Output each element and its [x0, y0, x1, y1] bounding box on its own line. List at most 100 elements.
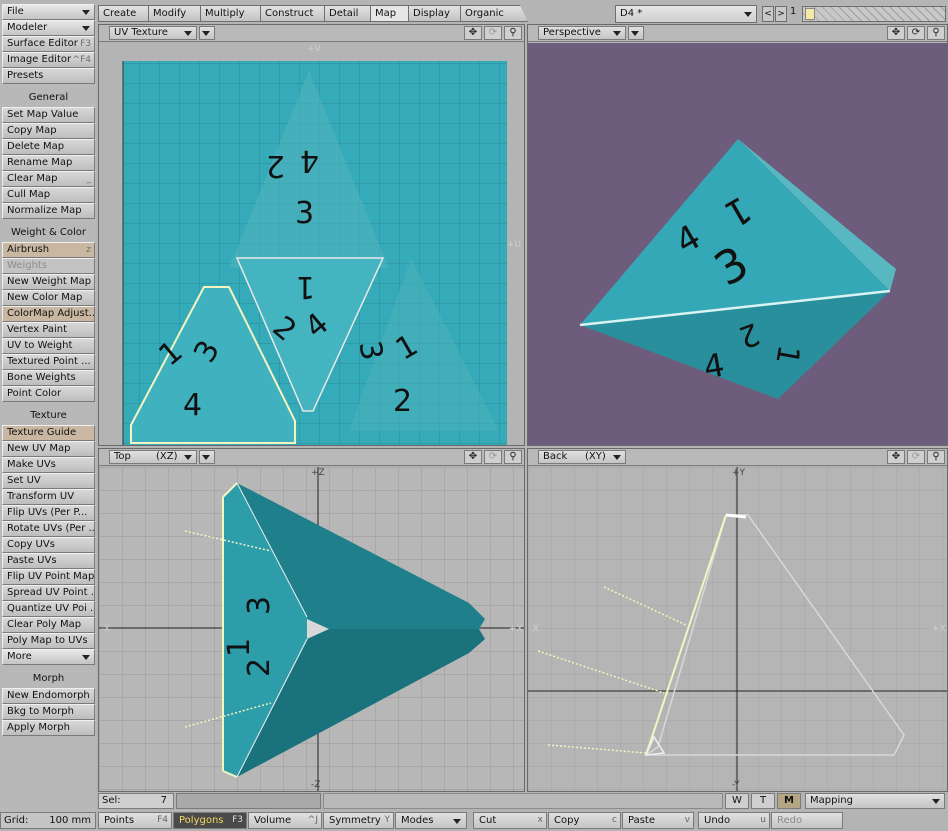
morph-mode-button[interactable]: M [777, 793, 801, 809]
weight-mode-button[interactable]: W [725, 793, 749, 809]
tool-button-set-uv[interactable]: Set UV [2, 473, 95, 489]
tool-button-colormap-adjust[interactable]: ColorMap Adjust... [2, 306, 95, 322]
zoom-icon[interactable]: ⚲ [927, 26, 945, 40]
cut-button[interactable]: Cut x [473, 812, 547, 829]
viewport-back[interactable]: Back (XY) ✥ ⟳ ⚲ +Y -Y -X +X [527, 448, 948, 792]
layer-1-slot[interactable] [805, 8, 815, 20]
pan-icon[interactable]: ✥ [464, 26, 482, 40]
tool-button-new-uv-map[interactable]: New UV Map [2, 441, 95, 457]
tool-button-new-color-map[interactable]: New Color Map [2, 290, 95, 306]
points-mode-button[interactable]: Points F4 [98, 812, 172, 829]
vertex-map-select[interactable]: Mapping [805, 793, 945, 809]
tool-button-label: Clear Poly Map [7, 619, 82, 630]
zoom-icon[interactable]: ⚲ [504, 26, 522, 40]
shortcut-key: c [612, 815, 617, 825]
object-selector[interactable]: D4 * [615, 5, 757, 23]
button-label: Modes [401, 815, 434, 826]
viewport-options-dropdown[interactable] [199, 450, 215, 464]
uv-canvas[interactable]: 2 4 3 1 2 4 1 3 4 3 1 2 +V +U [99, 43, 524, 445]
tool-button-bkg-to-morph[interactable]: Bkg to Morph [2, 704, 95, 720]
redo-button[interactable]: Redo [771, 812, 843, 829]
rotate-icon[interactable]: ⟳ [484, 26, 502, 40]
viewport-uv-texture[interactable]: UV Texture ✥ ⟳ ⚲ 2 4 3 1 2 4 1 3 4 3 1 2… [98, 24, 525, 446]
selection-label: Sel: [102, 795, 121, 806]
rotate-icon[interactable]: ⟳ [907, 26, 925, 40]
tool-button-clear-poly-map[interactable]: Clear Poly Map [2, 617, 95, 633]
volume-mode-button[interactable]: Volume ^J [248, 812, 322, 829]
tool-button-cull-map[interactable]: Cull Map [2, 187, 95, 203]
tool-button-copy-map[interactable]: Copy Map [2, 123, 95, 139]
tool-button-new-weight-map[interactable]: New Weight Map [2, 274, 95, 290]
modes-dropdown[interactable]: Modes [395, 812, 467, 829]
tool-button-point-color[interactable]: Point Color [2, 386, 95, 402]
viewport-perspective[interactable]: Perspective ✥ ⟳ ⚲ 4 3 1 2 4 1 [527, 24, 948, 446]
tool-button-flip-uv-point-map[interactable]: Flip UV Point Map [2, 569, 95, 585]
tool-button-weights[interactable]: Weights [2, 258, 95, 274]
tool-button-textured-point[interactable]: Textured Point ... [2, 354, 95, 370]
tool-button-modeler[interactable]: Modeler [2, 20, 95, 36]
pan-icon[interactable]: ✥ [887, 450, 905, 464]
tool-button-bone-weights[interactable]: Bone Weights [2, 370, 95, 386]
tool-button-apply-morph[interactable]: Apply Morph [2, 720, 95, 736]
shortcut-key: _ [86, 174, 92, 184]
tool-button-normalize-map[interactable]: Normalize Map [2, 203, 95, 219]
viewport-options-dropdown[interactable] [628, 26, 644, 40]
paste-button[interactable]: Paste v [622, 812, 694, 829]
shortcut-key: ^J [307, 815, 318, 825]
axis-label-minus-z: -Z [311, 780, 320, 790]
tool-button-quantize-uv-poi[interactable]: Quantize UV Poi ... [2, 601, 95, 617]
symmetry-button[interactable]: Symmetry Y [323, 812, 394, 829]
tool-button-set-map-value[interactable]: Set Map Value [2, 107, 95, 123]
tab-construct[interactable]: Construct [260, 5, 334, 22]
tool-button-texture-guide[interactable]: Texture Guide [2, 425, 95, 441]
undo-button[interactable]: Undo u [698, 812, 770, 829]
tool-button-surface-editor[interactable]: Surface Editor F3 [2, 36, 95, 52]
tool-button-flip-uvs-per-p[interactable]: Flip UVs (Per P... [2, 505, 95, 521]
axis-label-minus-x: -X [530, 624, 539, 634]
tool-button-more[interactable]: More [2, 649, 95, 665]
tool-button-delete-map[interactable]: Delete Map [2, 139, 95, 155]
viewport-top[interactable]: Top (XZ) ✥ ⟳ ⚲ 3 1 2 +Z -Z -X +X [98, 448, 525, 792]
tool-button-copy-uvs[interactable]: Copy UVs [2, 537, 95, 553]
prev-layer-button[interactable]: < [762, 6, 774, 22]
viewport-options-dropdown[interactable] [199, 26, 215, 40]
tool-button-clear-map[interactable]: Clear Map _ [2, 171, 95, 187]
layer-number: 1 [790, 6, 797, 17]
tool-button-new-endomorph[interactable]: New Endomorph [2, 688, 95, 704]
tool-button-transform-uv[interactable]: Transform UV [2, 489, 95, 505]
tool-button-airbrush[interactable]: Airbrush z [2, 242, 95, 258]
chevron-down-icon [453, 819, 461, 824]
tool-button-paste-uvs[interactable]: Paste UVs [2, 553, 95, 569]
tool-button-spread-uv-point[interactable]: Spread UV Point ... [2, 585, 95, 601]
viewport-view-select[interactable]: UV Texture [109, 26, 197, 40]
viewport-view-select[interactable]: Top (XZ) [109, 450, 197, 464]
tool-button-rotate-uvs-per[interactable]: Rotate UVs (Per ... [2, 521, 95, 537]
tool-button-file[interactable]: File [2, 4, 95, 20]
next-layer-button[interactable]: > [775, 6, 787, 22]
pan-icon[interactable]: ✥ [464, 450, 482, 464]
tool-button-presets[interactable]: Presets [2, 68, 95, 84]
rotate-icon[interactable]: ⟳ [907, 450, 925, 464]
viewport-view-select[interactable]: Perspective [538, 26, 626, 40]
tab-organic[interactable]: Organic [460, 5, 528, 22]
rotate-icon[interactable]: ⟳ [484, 450, 502, 464]
viewport-view-select[interactable]: Back (XY) [538, 450, 626, 464]
tool-button-make-uvs[interactable]: Make UVs [2, 457, 95, 473]
back-canvas[interactable]: +Y -Y -X +X [528, 467, 947, 791]
zoom-icon[interactable]: ⚲ [504, 450, 522, 464]
tool-button-poly-map-to-uvs[interactable]: Poly Map to UVs [2, 633, 95, 649]
tool-button-uv-to-weight[interactable]: UV to Weight [2, 338, 95, 354]
tab-multiply[interactable]: Multiply [200, 5, 270, 22]
tool-button-vertex-paint[interactable]: Vertex Paint [2, 322, 95, 338]
layer-bank[interactable] [802, 6, 946, 22]
perspective-canvas[interactable]: 4 3 1 2 4 1 [528, 43, 947, 445]
polygons-mode-button[interactable]: Polygons F3 [173, 812, 247, 829]
top-canvas[interactable]: 3 1 2 +Z -Z -X +X [99, 467, 524, 791]
zoom-icon[interactable]: ⚲ [927, 450, 945, 464]
texture-mode-button[interactable]: T [751, 793, 775, 809]
pan-icon[interactable]: ✥ [887, 26, 905, 40]
tool-button-label: UV to Weight [7, 340, 73, 351]
copy-button[interactable]: Copy c [548, 812, 621, 829]
tool-button-image-editor[interactable]: Image Editor ^F4 [2, 52, 95, 68]
tool-button-rename-map[interactable]: Rename Map [2, 155, 95, 171]
